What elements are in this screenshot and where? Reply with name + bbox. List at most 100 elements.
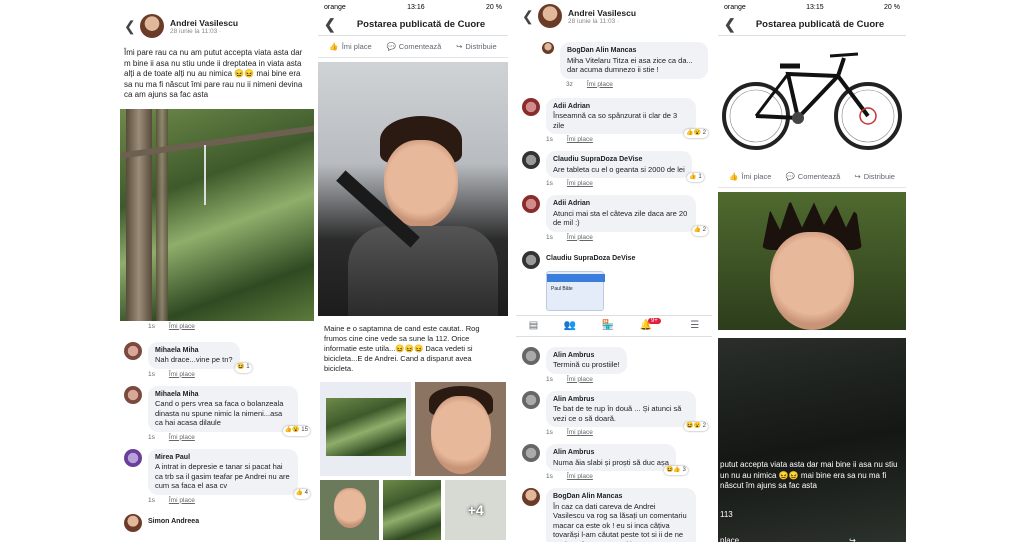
comment: Simon Andreea [118,510,314,532]
reaction-count[interactable]: 😆👍 3 [663,465,688,475]
comment: Claudiu SupraDoza DeVise [516,247,712,269]
avatar[interactable] [522,97,540,116]
reaction-count[interactable]: 👍😮 15 [282,426,310,436]
like-link[interactable]: Îmi place [567,234,593,241]
like-link[interactable]: Îmi place [567,473,593,480]
photo-thumb[interactable] [320,480,379,540]
post-photo-forest[interactable] [120,108,314,321]
comment-meta: 3z Îmi place [566,80,613,88]
comment: Alin Ambrus Numa ăia slabi și proști să … [516,440,712,475]
post-date: 28 iunie la 11:03 · [170,27,222,35]
post-actions: 👍 Îmi place 💬 Comentează ↪ Distribuie [718,166,906,188]
news-feed-icon[interactable]: ▤ [529,320,538,331]
comment-bubble[interactable]: Mihaela Miha Nah drace...vine pe tn? 😆 1 [148,341,252,373]
avatar[interactable] [522,151,540,169]
menu-icon[interactable]: ☰ [690,320,699,331]
comment-bubble[interactable]: Mirea Paul A intrat in depresie e tanar … [148,448,310,499]
facebook-post-screenshot-4: orange 13:15 20 % ❮ Postarea publicată d… [718,0,906,542]
post-photo-bicycle[interactable] [718,36,906,166]
like-link[interactable]: Îmi place [567,136,593,143]
facebook-post-screenshot-2: orange 13:16 20 % ❮ Postarea publicată d… [318,0,508,542]
back-icon[interactable]: ❮ [124,18,140,35]
post-header: ❮ Andrei Vasilescu 28 iunie la 11:03 · [118,0,314,42]
comment-bubble[interactable]: Claudiu SupraDoza DeVise Are tableta cu … [546,151,704,182]
like-button[interactable]: 👍 Îmi place [329,42,371,51]
like-link[interactable]: Îmi place [567,376,593,383]
comment-meta: 1s Îmi place [546,375,593,383]
comment: BogDan Alin Mancas În caz ca dati careva… [516,484,712,542]
marketplace-icon[interactable]: 🏪 [602,320,614,331]
avatar[interactable] [538,4,562,28]
author-name[interactable]: Andrei Vasilescu [170,18,238,28]
notifications-icon[interactable]: 🔔9+ [640,318,665,331]
like-link[interactable]: Îmi place [169,371,195,378]
avatar[interactable] [542,42,554,54]
friends-icon[interactable]: 👥 [564,320,576,331]
avatar[interactable] [140,14,164,38]
nav-bar: ❮ Postarea publicată de Cuore [318,14,508,36]
reaction-count[interactable]: 👍 2 [691,226,708,236]
comment-bubble[interactable]: BogDan Alin Mancas Miha Vitelaru Titza e… [560,42,708,79]
facebook-post-screenshot-3: ❮ Andrei Vasilescu 28 iunie la 11:03 · B… [516,0,712,542]
comment-meta: 1s Îmi place [546,136,593,143]
like-link[interactable]: Îmi place [567,429,593,436]
status-bar: orange 13:16 20 % [324,3,502,11]
thumbs-up-icon: 👍 [329,42,339,51]
post-actions: 👍 Îmi place 💬 Comentează ↪ Distribuie [318,36,508,58]
like-link[interactable]: Îmi place [587,81,613,88]
avatar[interactable] [124,385,142,404]
share-button[interactable]: ↪ Distribuie [854,172,895,181]
comment-bubble[interactable]: Adii Adrian Atunci mai sta el câteva zil… [546,195,708,236]
comment: Mihaela Miha Cand o pers vrea sa faca o … [118,382,314,436]
comment-bubble[interactable]: Alin Ambrus Te bat de te rup în două ...… [546,390,708,431]
photo-thumb[interactable] [382,480,442,540]
avatar[interactable] [124,341,142,360]
share-icon[interactable]: ↪ [849,536,856,542]
post-date: 28 iunie la 11:03 · [568,17,620,25]
avatar[interactable] [124,513,142,532]
embedded-screenshot-card[interactable]: Paul Bâte [546,270,605,311]
reaction-count[interactable]: 👍 4 [293,489,310,499]
comment: Alin Ambrus Termină cu prostiile! [516,343,712,374]
post-photo-spiky-hair[interactable] [718,192,906,330]
share-button[interactable]: ↪ Distribuie [456,42,497,51]
avatar[interactable] [522,346,540,365]
status-bar: orange 13:15 20 % [724,3,900,11]
author-name[interactable]: Andrei Vasilescu [568,8,636,18]
comment-bubble[interactable]: Alin Ambrus Termină cu prostiile! [546,346,627,374]
avatar[interactable] [522,250,540,269]
comment-bubble[interactable]: BogDan Alin Mancas În caz ca dati careva… [546,488,696,542]
avatar[interactable] [522,488,540,506]
photo-thumb-screenshot[interactable] [320,382,411,476]
like-link[interactable]: Îmi place [567,180,593,187]
comment-bubble[interactable]: Mihaela Miha Cand o pers vrea sa faca o … [148,385,310,436]
avatar[interactable] [522,195,540,213]
photo-thumb-face[interactable] [415,382,506,476]
reaction-count[interactable]: 👍😮 2 [684,128,708,138]
comment-button[interactable]: 💬 Comentează [386,42,441,51]
comment-button[interactable]: 💬 Comentează [785,172,840,181]
avatar[interactable] [124,448,142,467]
reaction-count[interactable]: 👍 1 [687,172,704,182]
like-link[interactable]: Îmi place [169,497,195,504]
overlay-like-row: place ↪ [720,536,906,542]
avatar[interactable] [522,444,540,462]
comment: Mihaela Miha Nah drace...vine pe tn? 😆 1 [118,338,314,373]
reaction-count[interactable]: 😆 1 [235,363,252,373]
comment-bubble[interactable]: Adii Adrian Înseamnă ca so spânzurat ii … [546,97,708,138]
like-link[interactable]: Îmi place [169,323,195,330]
back-icon[interactable]: ❮ [522,8,538,25]
back-icon[interactable]: ❮ [724,16,740,33]
comment-icon: 💬 [386,42,396,51]
post-photo-selfie[interactable] [318,62,508,316]
page-title: Postarea publicată de Cuore [755,19,885,30]
reaction-count[interactable]: 😆😮 2 [684,421,708,431]
post-photo-dark-screenshot[interactable]: putut accepta viata asta dar mai bine ii… [718,338,906,542]
comment: Adii Adrian Atunci mai sta el câteva zil… [516,191,712,236]
like-button[interactable]: 👍 Îmi place [729,172,771,181]
photo-thumb-bike-more[interactable]: +4 [445,480,507,540]
comment-bubble[interactable]: Alin Ambrus Numa ăia slabi și proști să … [546,444,688,475]
avatar[interactable] [522,390,540,409]
back-icon[interactable]: ❮ [324,16,340,33]
like-link[interactable]: Îmi place [169,434,195,441]
